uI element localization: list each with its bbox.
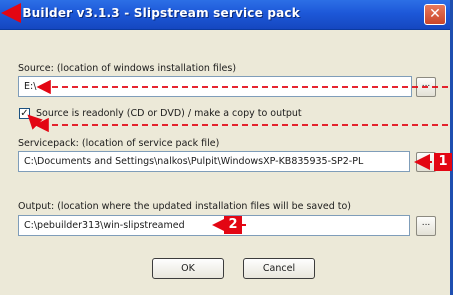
- callout-badge-1: 1: [434, 153, 452, 171]
- annotation-layer: [1, 3, 448, 233]
- callout-badge-2: 2: [224, 216, 242, 234]
- readonly-arrow-bend: [27, 114, 43, 130]
